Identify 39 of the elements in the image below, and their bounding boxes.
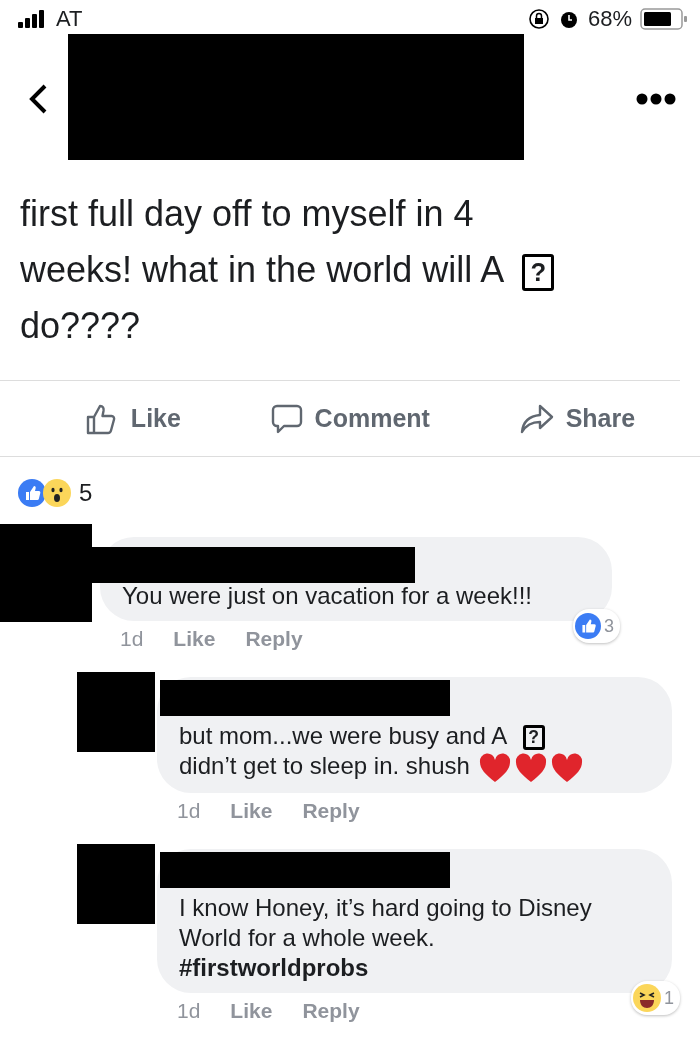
like-link[interactable]: Like [230, 798, 273, 823]
more-options-icon[interactable] [636, 93, 676, 105]
haha-reaction-icon [633, 983, 661, 1012]
reaction-badge[interactable]: 1 [631, 980, 680, 1015]
reply-link[interactable]: Reply [245, 627, 303, 651]
speech-bubble-icon [270, 402, 303, 435]
comment-text: didn’t get to sleep in. shush [179, 752, 470, 779]
comment-time: 1d [120, 627, 144, 651]
reaction-count: 3 [604, 615, 614, 638]
comment-text: but mom...we were busy and A [179, 722, 506, 749]
comment-text: I know Honey, it’s hard going to Disney World for a whole week. [179, 892, 593, 953]
reaction-count: 5 [79, 479, 93, 507]
rotation-lock-icon [527, 8, 550, 30]
share-button[interactable]: Share [519, 403, 636, 434]
reply-link[interactable]: Reply [302, 998, 360, 1023]
like-link[interactable]: Like [173, 627, 216, 651]
like-reaction-icon [575, 613, 601, 639]
battery-percent: 68% [587, 6, 632, 32]
back-icon[interactable] [28, 83, 48, 115]
post-text: first full day off to myself in 4 weeks! what in the world will A ? do???? [0, 160, 680, 381]
share-arrow-icon [519, 403, 554, 434]
heart-icon [478, 752, 511, 783]
comment-text: You were just on vacation for a week!!! [122, 582, 532, 609]
comment-time: 1d [177, 998, 201, 1023]
reaction-count: 1 [664, 986, 674, 1010]
missing-glyph: ? [522, 725, 545, 751]
reply-link[interactable]: Reply [302, 798, 360, 823]
battery-icon [640, 7, 688, 31]
wow-reaction-icon [43, 479, 71, 507]
heart-icon [514, 752, 547, 783]
heart-icon [550, 752, 583, 783]
carrier-name: AT [56, 6, 83, 32]
comment-time: 1d [177, 798, 201, 823]
hashtag-link[interactable]: #firstworldprobs [179, 953, 369, 981]
like-button[interactable]: Like [84, 401, 181, 436]
like-reaction-icon [18, 479, 46, 507]
reaction-badge[interactable]: 3 [573, 609, 620, 643]
like-link[interactable]: Like [230, 998, 273, 1023]
comment-button[interactable]: Comment [270, 402, 430, 435]
